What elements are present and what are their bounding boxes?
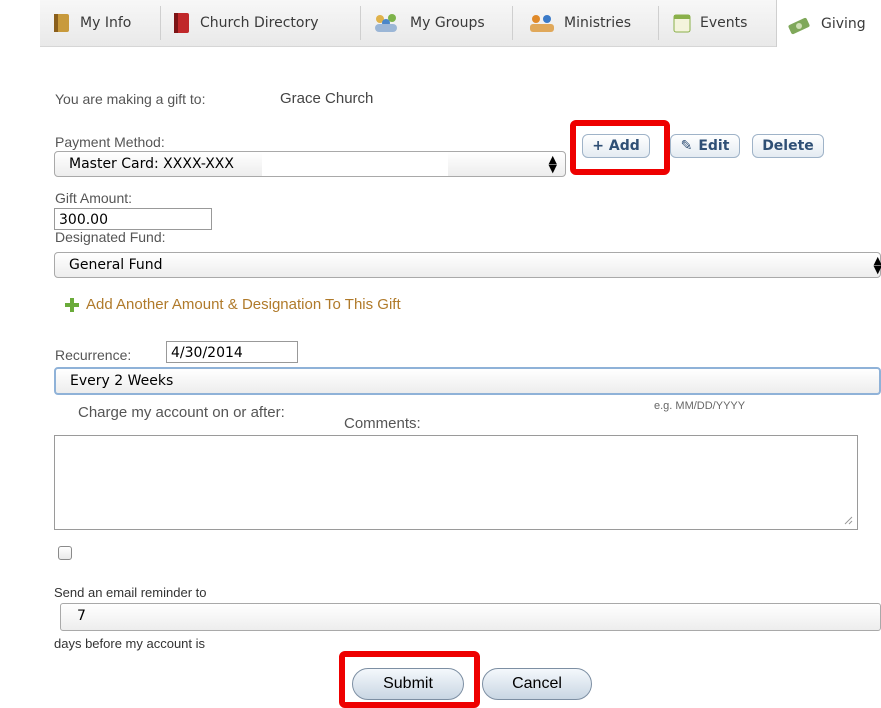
comments-label: Comments: bbox=[344, 415, 421, 432]
tab-my-groups[interactable]: My Groups bbox=[372, 0, 485, 46]
money-icon bbox=[788, 17, 810, 34]
book-icon bbox=[54, 14, 69, 32]
submit-label: Submit bbox=[383, 675, 433, 692]
edit-payment-button[interactable]: ✎ Edit bbox=[670, 134, 740, 158]
delete-payment-button[interactable]: Delete bbox=[752, 134, 824, 158]
submit-button[interactable]: Submit bbox=[352, 668, 464, 700]
recurrence-frequency-select[interactable]: Every 2 Weeks bbox=[54, 367, 881, 395]
resize-grip-icon[interactable] bbox=[843, 515, 853, 525]
tab-separator bbox=[512, 6, 513, 40]
edit-button-label: Edit bbox=[698, 138, 730, 154]
designated-fund-label: Designated Fund: bbox=[55, 229, 166, 245]
gift-intro-label: You are making a gift to: bbox=[55, 91, 206, 107]
tab-separator bbox=[360, 6, 361, 40]
tab-giving[interactable]: Giving bbox=[776, 0, 881, 47]
charge-date-label: Charge my account on or after: bbox=[78, 404, 285, 421]
redacted-area bbox=[262, 152, 448, 176]
recurrence-frequency-value: Every 2 Weeks bbox=[70, 373, 174, 389]
date-format-hint: e.g. MM/DD/YYYY bbox=[654, 400, 746, 412]
add-button-label: + Add bbox=[592, 138, 640, 154]
add-another-label: Add Another Amount & Designation To This… bbox=[86, 296, 401, 313]
pencil-icon: ✎ bbox=[680, 138, 693, 154]
tab-separator bbox=[160, 6, 161, 40]
ministries-people-icon bbox=[530, 15, 554, 32]
tab-label: Church Directory bbox=[200, 15, 319, 31]
calendar-icon bbox=[673, 14, 691, 33]
red-book-icon bbox=[174, 13, 189, 33]
group-people-icon bbox=[375, 14, 397, 32]
cancel-button[interactable]: Cancel bbox=[482, 668, 592, 700]
gift-amount-label: Gift Amount: bbox=[55, 190, 133, 206]
reminder-days-value: 7 bbox=[77, 608, 86, 624]
cancel-label: Cancel bbox=[512, 675, 562, 692]
designated-fund-value: General Fund bbox=[69, 257, 163, 273]
payment-method-value: Master Card: XXXX-XXX bbox=[69, 156, 234, 172]
recurrence-label: Recurrence: bbox=[55, 347, 132, 363]
designated-fund-select[interactable]: General Fund ▲ ▼ bbox=[54, 252, 881, 278]
days-before-label: days before my account is bbox=[54, 636, 206, 651]
recipient-name: Grace Church bbox=[280, 90, 374, 107]
top-navigation: My Info Church Directory My Groups Minis… bbox=[0, 0, 881, 47]
email-reminder-checkbox[interactable] bbox=[58, 546, 72, 560]
tab-label: Events bbox=[700, 15, 748, 31]
gift-amount-input[interactable]: 300.00 bbox=[54, 208, 212, 230]
select-arrows-icon: ▲ ▼ bbox=[548, 153, 557, 175]
tab-label: Ministries bbox=[564, 15, 632, 31]
payment-method-label: Payment Method: bbox=[55, 134, 165, 150]
email-reminder-label: Send an email reminder to bbox=[54, 585, 207, 600]
reminder-days-select[interactable]: 7 bbox=[60, 603, 881, 631]
comments-textarea[interactable] bbox=[54, 435, 858, 530]
plus-icon bbox=[65, 297, 79, 312]
tab-events[interactable]: Events bbox=[672, 0, 747, 46]
tab-label: My Info bbox=[80, 15, 132, 31]
tab-my-info[interactable]: My Info bbox=[52, 0, 131, 46]
select-arrows-icon: ▲ ▼ bbox=[873, 254, 881, 276]
recurrence-date-input[interactable]: 4/30/2014 bbox=[166, 341, 298, 363]
tab-ministries[interactable]: Ministries bbox=[528, 0, 631, 46]
tab-church-directory[interactable]: Church Directory bbox=[172, 0, 319, 46]
tab-label: Giving bbox=[821, 15, 866, 32]
add-another-amount-link[interactable]: Add Another Amount & Designation To This… bbox=[64, 296, 401, 313]
tab-separator bbox=[658, 6, 659, 40]
tab-label: My Groups bbox=[410, 15, 485, 31]
add-payment-button[interactable]: + Add bbox=[582, 134, 650, 158]
delete-button-label: Delete bbox=[762, 138, 814, 154]
